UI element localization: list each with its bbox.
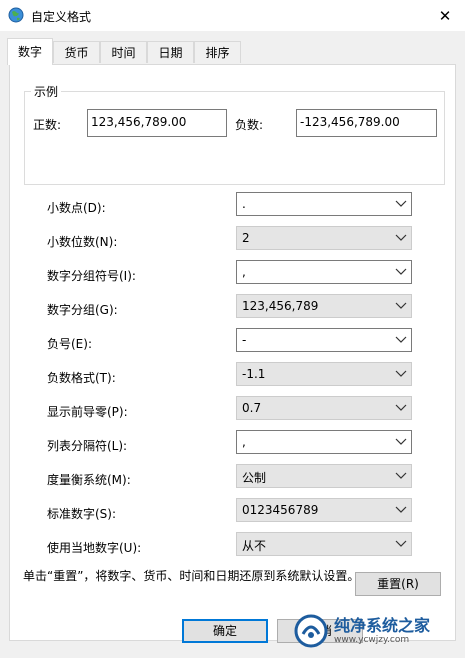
chevron-down-icon: [395, 336, 407, 343]
decimal-symbol-combo[interactable]: .: [236, 192, 412, 216]
decimal-places-label: 小数位数(N):: [47, 235, 118, 249]
measurement-system-select[interactable]: 公制: [236, 464, 412, 488]
digit-grouping-value: 123,456,789: [242, 299, 319, 313]
number-tab-panel: 示例 正数: 123,456,789.00 负数: -123,456,789.0…: [9, 64, 456, 641]
negative-format-value: -1.1: [242, 367, 266, 381]
chevron-down-icon: [395, 302, 407, 309]
standard-digits-label: 标准数字(S):: [47, 507, 117, 521]
digit-grouping-symbol-label: 数字分组符号(I):: [47, 269, 136, 283]
reset-note: 单击“重置”，将数字、货币、时间和日期还原到系统默认设置。: [23, 569, 360, 583]
sample-group: 示例 正数: 123,456,789.00 负数: -123,456,789.0…: [24, 83, 445, 185]
list-separator-label: 列表分隔符(L):: [47, 439, 128, 453]
negative-sign-value: -: [242, 333, 247, 347]
negative-sample-field: -123,456,789.00: [296, 109, 437, 137]
tab-date[interactable]: 日期: [147, 41, 194, 63]
tab-currency[interactable]: 货币: [53, 41, 100, 63]
watermark-url: www.ycwjzy.com: [334, 635, 410, 645]
globe-icon: [8, 7, 24, 23]
watermark-text: 纯净系统之家: [334, 616, 431, 635]
watermark-logo-icon: [294, 614, 328, 648]
close-icon: ✕: [438, 6, 452, 25]
chevron-down-icon: [395, 506, 407, 513]
native-digits-value: 从不: [242, 539, 267, 553]
ok-button[interactable]: 确定: [182, 619, 268, 643]
digit-grouping-label: 数字分组(G):: [47, 303, 118, 317]
decimal-symbol-label: 小数点(D):: [47, 201, 106, 215]
native-digits-label: 使用当地数字(U):: [47, 541, 142, 555]
tab-time[interactable]: 时间: [100, 41, 147, 63]
watermark: 纯净系统之家 www.ycwjzy.com: [294, 609, 459, 653]
window-title: 自定义格式: [31, 10, 92, 24]
negative-sign-combo[interactable]: -: [236, 328, 412, 352]
decimal-symbol-value: .: [242, 197, 246, 211]
chevron-down-icon: [395, 472, 407, 479]
chevron-down-icon: [395, 404, 407, 411]
chevron-down-icon: [395, 200, 407, 207]
sample-group-title: 示例: [31, 83, 62, 100]
decimal-places-select[interactable]: 2: [236, 226, 412, 250]
decimal-places-value: 2: [242, 231, 250, 245]
reset-button[interactable]: 重置(R): [355, 572, 441, 596]
close-button[interactable]: ✕: [425, 0, 465, 31]
chevron-down-icon: [395, 234, 407, 241]
digit-grouping-symbol-combo[interactable]: ,: [236, 260, 412, 284]
measurement-system-label: 度量衡系统(M):: [47, 473, 131, 487]
negative-sign-label: 负号(E):: [47, 337, 92, 351]
negative-label: 负数:: [235, 118, 264, 132]
positive-sample-field: 123,456,789.00: [87, 109, 227, 137]
negative-format-label: 负数格式(T):: [47, 371, 116, 385]
chevron-down-icon: [395, 268, 407, 275]
chevron-down-icon: [395, 540, 407, 547]
negative-format-select[interactable]: -1.1: [236, 362, 412, 386]
dialog-client-area: 数字 货币 时间 日期 排序 示例 正数: 123,456,789.00 负数:…: [0, 31, 465, 658]
leading-zero-select[interactable]: 0.7: [236, 396, 412, 420]
native-digits-select[interactable]: 从不: [236, 532, 412, 556]
measurement-system-value: 公制: [242, 471, 267, 485]
chevron-down-icon: [395, 370, 407, 377]
chevron-down-icon: [395, 438, 407, 445]
list-separator-combo[interactable]: ,: [236, 430, 412, 454]
standard-digits-value: 0123456789: [242, 503, 319, 517]
leading-zero-label: 显示前导零(P):: [47, 405, 128, 419]
digit-grouping-symbol-value: ,: [242, 265, 246, 279]
positive-label: 正数:: [33, 118, 62, 132]
title-bar: 自定义格式 ✕: [0, 0, 465, 31]
list-separator-value: ,: [242, 435, 246, 449]
standard-digits-select[interactable]: 0123456789: [236, 498, 412, 522]
digit-grouping-select[interactable]: 123,456,789: [236, 294, 412, 318]
tab-sort[interactable]: 排序: [194, 41, 241, 63]
tab-number[interactable]: 数字: [7, 38, 53, 65]
leading-zero-value: 0.7: [242, 401, 262, 415]
